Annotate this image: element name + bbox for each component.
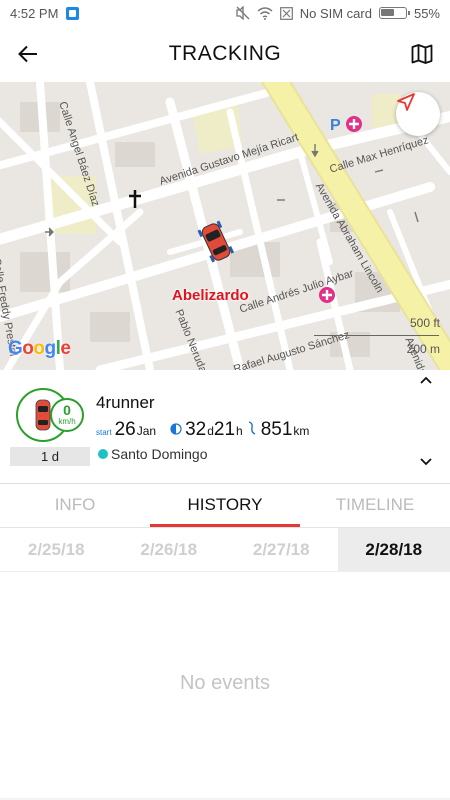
app-bar: TRACKING xyxy=(0,26,450,82)
speed-value: 0 xyxy=(63,402,71,418)
battery-percent: 55% xyxy=(413,5,440,21)
duration-hours-unit: h xyxy=(236,424,243,438)
scale-meters: 200 m xyxy=(406,342,440,356)
vehicle-card[interactable]: 0 km/h 1 d 4runner start 26 Jan 32 d 21 … xyxy=(0,370,450,484)
location-text: Santo Domingo xyxy=(111,446,208,462)
start-day: 26 xyxy=(114,419,136,440)
chevron-up-icon[interactable] xyxy=(420,376,432,384)
vehicle-name: 4runner xyxy=(96,393,155,412)
vehicle-stats: start 26 Jan 32 d 21 h 851 km xyxy=(96,419,309,441)
speed-unit: km/h xyxy=(58,417,76,426)
tab-history[interactable]: HISTORY xyxy=(150,484,300,527)
folded-map-icon xyxy=(411,44,433,64)
arrow-left-icon xyxy=(18,45,37,63)
vehicle-location: Santo Domingo xyxy=(98,446,208,462)
status-time: 4:52 PM xyxy=(10,5,59,21)
date-selector: 2/25/18 2/26/18 2/27/18 2/28/18 xyxy=(0,528,450,572)
hospital-icon xyxy=(346,116,362,132)
google-attribution: Google xyxy=(8,338,71,359)
tab-info[interactable]: INFO xyxy=(0,484,150,527)
route-icon xyxy=(248,421,256,435)
page-title: TRACKING xyxy=(168,42,282,65)
speed-badge: 0 km/h xyxy=(50,398,84,432)
map-place-label: Abelizardo xyxy=(172,287,249,304)
duration-days: 32 xyxy=(185,419,207,440)
navigation-arrow-icon xyxy=(397,93,415,111)
days-badge: 1 d xyxy=(10,447,90,466)
no-sim-icon xyxy=(279,6,293,20)
date-item[interactable]: 2/27/18 xyxy=(225,528,338,571)
start-month: Jan xyxy=(136,424,157,438)
tab-timeline[interactable]: TIMELINE xyxy=(300,484,450,527)
chevron-down-icon[interactable] xyxy=(420,458,432,466)
duration-days-unit: d xyxy=(207,424,214,438)
scale-bar xyxy=(314,335,439,336)
status-bar: 4:52 PM No SIM card 55% xyxy=(0,0,450,26)
distance-value: 851 xyxy=(260,419,293,440)
app-notification-icon xyxy=(66,6,80,20)
duration-hours: 21 xyxy=(213,419,236,440)
back-button[interactable] xyxy=(14,40,42,68)
start-label: start xyxy=(96,428,112,437)
date-item-selected[interactable]: 2/28/18 xyxy=(337,528,450,571)
map-view-button[interactable] xyxy=(408,40,436,68)
carrier-text: No SIM card xyxy=(299,5,372,21)
date-item[interactable]: 2/26/18 xyxy=(113,528,226,571)
empty-state-message: No events xyxy=(179,672,271,694)
map-scale: 500 ft 200 m xyxy=(314,316,444,356)
tab-bar: INFO HISTORY TIMELINE xyxy=(0,484,450,528)
status-right: No SIM card 55% xyxy=(236,6,440,21)
scale-feet: 500 ft xyxy=(409,316,440,330)
battery-icon xyxy=(378,7,410,19)
parking-icon: P xyxy=(330,117,341,134)
mute-icon xyxy=(236,6,250,20)
tracking-map[interactable]: P Calle Angel Báez Díaz Avenida Gustavo … xyxy=(0,82,450,370)
half-moon-icon xyxy=(170,423,182,435)
date-item[interactable]: 2/25/18 xyxy=(0,528,113,571)
location-dot-icon xyxy=(98,449,108,459)
my-location-button[interactable] xyxy=(396,92,440,136)
wifi-icon xyxy=(257,6,273,20)
distance-unit: km xyxy=(293,424,310,438)
